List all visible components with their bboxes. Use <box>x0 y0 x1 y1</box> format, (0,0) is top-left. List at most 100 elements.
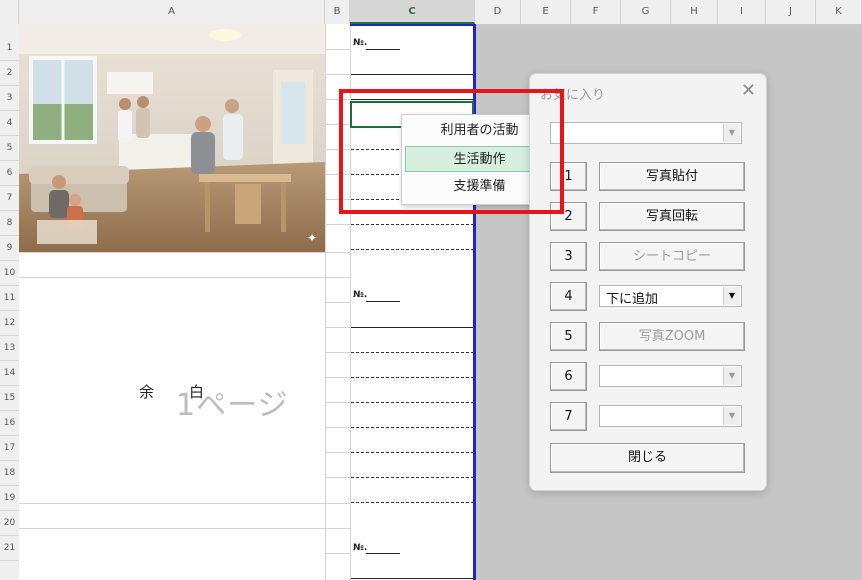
row-header[interactable]: 4 <box>0 111 19 136</box>
number-button-4[interactable]: 4 <box>550 282 587 311</box>
cell-border <box>351 578 474 579</box>
row-header[interactable]: 2 <box>0 61 19 86</box>
svg-text:✦: ✦ <box>307 231 317 245</box>
number-button-7[interactable]: 7 <box>550 402 587 431</box>
dotted-line <box>351 452 474 453</box>
column-header-j[interactable]: J <box>766 0 816 24</box>
row-header[interactable]: 6 <box>0 161 19 186</box>
number-button-3[interactable]: 3 <box>550 242 587 271</box>
gridline <box>326 74 350 75</box>
select-all-corner[interactable] <box>0 0 19 24</box>
dotted-line <box>351 352 474 353</box>
gridline <box>19 503 325 504</box>
close-button[interactable]: 閉じる <box>550 443 745 473</box>
row-header[interactable]: 15 <box>0 386 19 411</box>
gridline <box>326 452 350 453</box>
row-header[interactable]: 21 <box>0 536 19 561</box>
gridline <box>19 277 325 278</box>
column-header-a[interactable]: A <box>19 0 325 24</box>
row-header[interactable]: 5 <box>0 136 19 161</box>
row-header[interactable]: 10 <box>0 261 19 286</box>
gridline <box>326 377 350 378</box>
row-header[interactable]: 14 <box>0 361 19 386</box>
column-header-f[interactable]: F <box>571 0 621 24</box>
column-header-h[interactable]: H <box>671 0 718 24</box>
cell-border <box>351 74 474 75</box>
column-header-bar: A B C D E F G H I J K <box>0 0 862 25</box>
insert-position-combo[interactable]: 下に追加 ▼ <box>599 285 742 307</box>
gridline <box>19 252 325 253</box>
row-header[interactable]: 11 <box>0 286 19 311</box>
option-combo-7[interactable]: ▼ <box>599 405 742 427</box>
sheet-copy-button[interactable]: シートコピー <box>599 242 745 271</box>
chevron-down-icon[interactable]: ▼ <box>723 367 740 385</box>
chevron-down-icon[interactable]: ▼ <box>723 287 740 305</box>
blank-label-left: 余 <box>139 383 155 401</box>
photo-zoom-button[interactable]: 写真ZOOM <box>599 322 745 351</box>
row-header[interactable]: 9 <box>0 236 19 261</box>
gridline <box>326 252 350 253</box>
gridline <box>326 503 350 504</box>
row-header[interactable]: 7 <box>0 186 19 211</box>
dotted-line <box>351 249 474 250</box>
insert-position-value: 下に追加 <box>606 292 659 307</box>
row-header[interactable]: 12 <box>0 311 19 336</box>
gridline <box>326 477 350 478</box>
column-header-i[interactable]: I <box>718 0 766 24</box>
rotate-photo-button[interactable]: 写真回転 <box>599 202 745 231</box>
gridline <box>326 528 350 529</box>
dotted-line <box>351 477 474 478</box>
chevron-down-icon[interactable]: ▼ <box>723 407 740 425</box>
row-header[interactable]: 20 <box>0 511 19 536</box>
highlight-annotation-box <box>339 89 564 214</box>
gridline <box>326 302 350 303</box>
column-header-e[interactable]: E <box>521 0 571 24</box>
top-combo-box[interactable]: ▼ <box>550 122 742 144</box>
row-header[interactable]: 8 <box>0 211 19 236</box>
dotted-line <box>351 402 474 403</box>
row-header[interactable]: 16 <box>0 411 19 436</box>
chevron-down-icon[interactable]: ▼ <box>723 124 740 142</box>
dotted-line <box>351 224 474 225</box>
number-button-5[interactable]: 5 <box>550 322 587 351</box>
number-button-6[interactable]: 6 <box>550 362 587 391</box>
gridline <box>19 528 325 529</box>
gridline <box>326 277 350 278</box>
row-header[interactable]: 19 <box>0 486 19 511</box>
column-header-b[interactable]: B <box>325 0 350 24</box>
close-icon[interactable]: ✕ <box>741 80 756 101</box>
gridline <box>326 553 350 554</box>
dotted-line <box>351 502 474 503</box>
entry-number-mark: №. <box>353 543 368 553</box>
page-number-watermark: 1ページ <box>176 388 289 423</box>
column-header-d[interactable]: D <box>475 0 521 24</box>
care-facility-photo: ✦ <box>19 24 325 252</box>
column-header-k[interactable]: K <box>816 0 862 24</box>
inserted-photo[interactable]: ✦ <box>19 24 325 252</box>
row-header[interactable]: 1 <box>0 36 19 61</box>
row-header[interactable]: 13 <box>0 336 19 361</box>
column-header-g[interactable]: G <box>621 0 671 24</box>
favorites-dialog: お気に入り ✕ ▼ 1 写真貼付 2 写真回転 3 シートコピー 4 下に追加 … <box>529 73 767 491</box>
dotted-line <box>351 427 474 428</box>
print-area-border <box>350 24 475 26</box>
underline <box>366 49 400 50</box>
column-header-c[interactable]: C <box>350 0 475 24</box>
row-header[interactable]: 18 <box>0 461 19 486</box>
gridline <box>326 49 350 50</box>
row-header[interactable]: 3 <box>0 86 19 111</box>
entry-number-mark: №. <box>353 38 368 48</box>
entry-number-mark: №. <box>353 290 368 300</box>
gridline <box>326 352 350 353</box>
underline <box>366 553 400 554</box>
row-header[interactable]: 17 <box>0 436 19 461</box>
option-combo-6[interactable]: ▼ <box>599 365 742 387</box>
gridline <box>326 427 350 428</box>
gridline <box>326 224 350 225</box>
paste-photo-button[interactable]: 写真貼付 <box>599 162 745 191</box>
gridline <box>326 402 350 403</box>
dotted-line <box>351 377 474 378</box>
row-header-bar: 1 2 3 4 5 6 7 8 9 10 11 12 13 14 15 16 1… <box>0 24 20 580</box>
cell-border <box>351 327 474 328</box>
underline <box>366 301 400 302</box>
